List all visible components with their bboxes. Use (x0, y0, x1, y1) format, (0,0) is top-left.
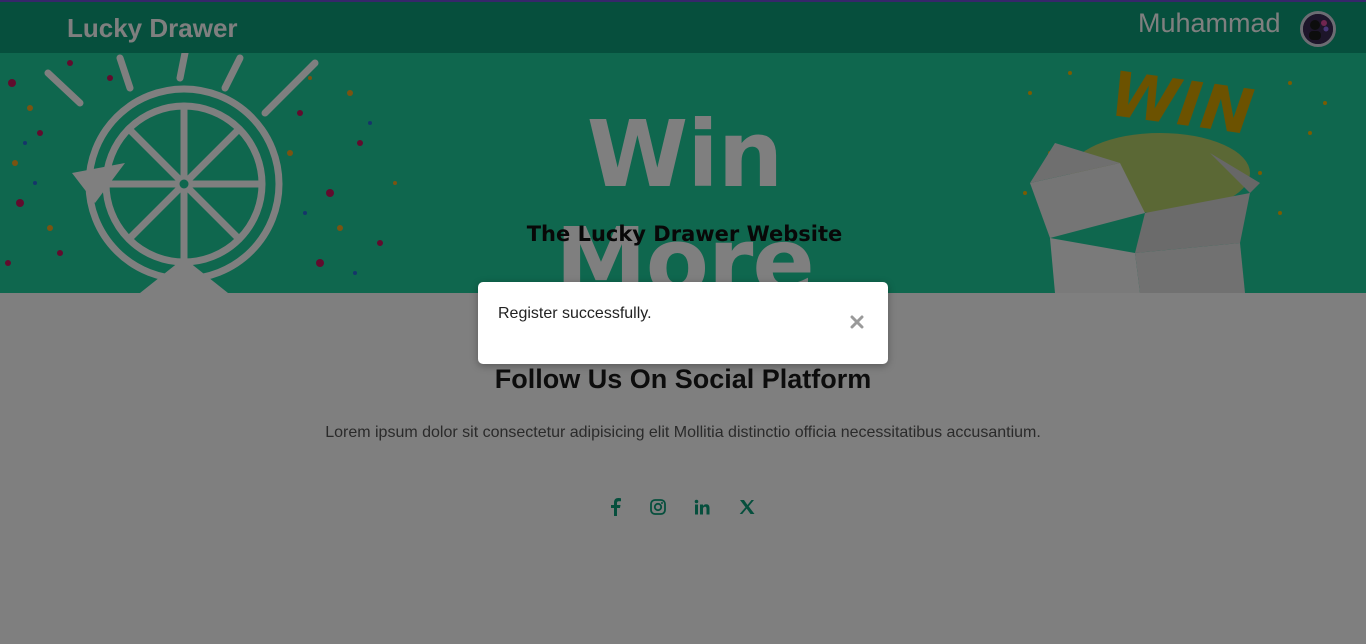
page: Lucky Drawer Muhammad (0, 0, 1366, 644)
dialog-message: Register successfully. (498, 305, 652, 322)
success-dialog: Register successfully. (478, 282, 888, 364)
close-button[interactable] (847, 312, 867, 332)
close-icon (850, 315, 864, 329)
